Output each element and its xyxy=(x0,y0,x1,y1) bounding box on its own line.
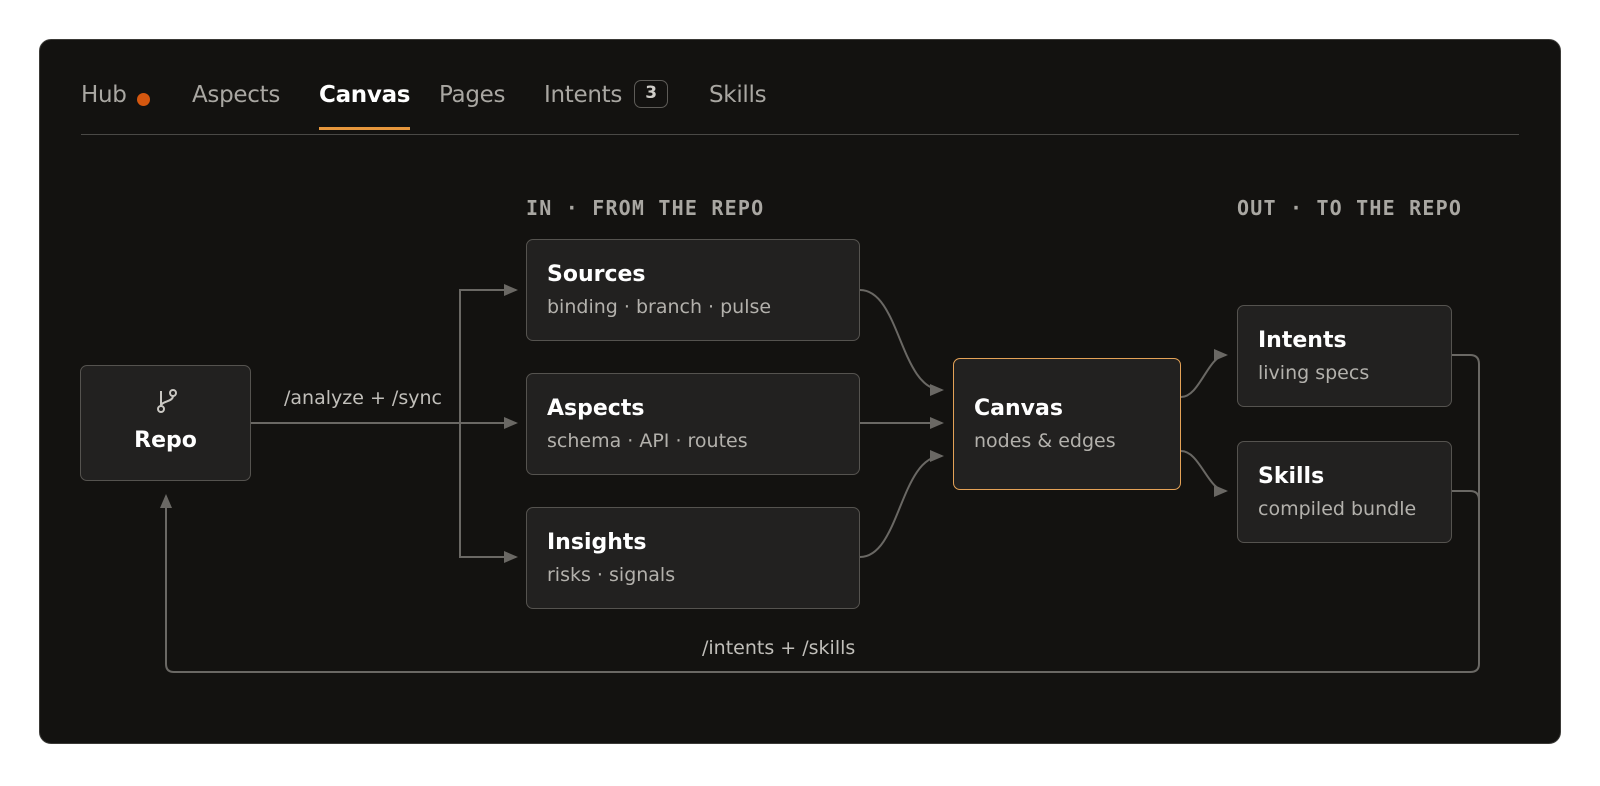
git-branch-icon xyxy=(157,389,177,413)
canvas-title: Canvas xyxy=(974,396,1063,421)
edge-insights-canvas xyxy=(859,450,944,558)
skills-subtitle: compiled bundle xyxy=(1258,498,1417,520)
in-section-label: IN · FROM THE REPO xyxy=(526,196,765,220)
sources-subtitle: binding · branch · pulse xyxy=(547,296,772,318)
out-section-label: OUT · TO THE REPO xyxy=(1237,196,1463,220)
canvas-subtitle: nodes & edges xyxy=(974,430,1116,452)
intents-title: Intents xyxy=(1258,328,1347,353)
repo-title: Repo xyxy=(134,428,197,453)
edge-canvas-intents xyxy=(1180,349,1228,398)
analyze-sync-label: /analyze + /sync xyxy=(284,387,442,409)
skills-node[interactable]: Skills compiled bundle xyxy=(1237,441,1452,543)
edge-skills-return xyxy=(1452,490,1480,501)
skills-title: Skills xyxy=(1258,464,1325,489)
edge-repo-insights xyxy=(459,423,518,563)
insights-title: Insights xyxy=(547,530,647,555)
insights-subtitle: risks · signals xyxy=(547,564,676,586)
canvas-panel: Hub Aspects Canvas Pages Intents 3 Skill… xyxy=(39,39,1561,744)
aspects-node[interactable]: Aspects schema · API · routes xyxy=(526,373,860,475)
sources-node[interactable]: Sources binding · branch · pulse xyxy=(526,239,860,341)
edge-repo-sources xyxy=(459,284,518,423)
sources-title: Sources xyxy=(547,262,646,287)
intents-skills-label: /intents + /skills xyxy=(702,637,856,659)
canvas-node[interactable]: Canvas nodes & edges xyxy=(953,358,1181,490)
aspects-subtitle: schema · API · routes xyxy=(547,430,748,452)
intents-node[interactable]: Intents living specs xyxy=(1237,305,1452,407)
repo-node[interactable]: Repo xyxy=(80,365,251,481)
edge-sources-canvas xyxy=(859,289,944,396)
edge-canvas-skills xyxy=(1180,450,1228,497)
aspects-title: Aspects xyxy=(547,396,645,421)
intents-subtitle: living specs xyxy=(1258,362,1370,384)
insights-node[interactable]: Insights risks · signals xyxy=(526,507,860,609)
